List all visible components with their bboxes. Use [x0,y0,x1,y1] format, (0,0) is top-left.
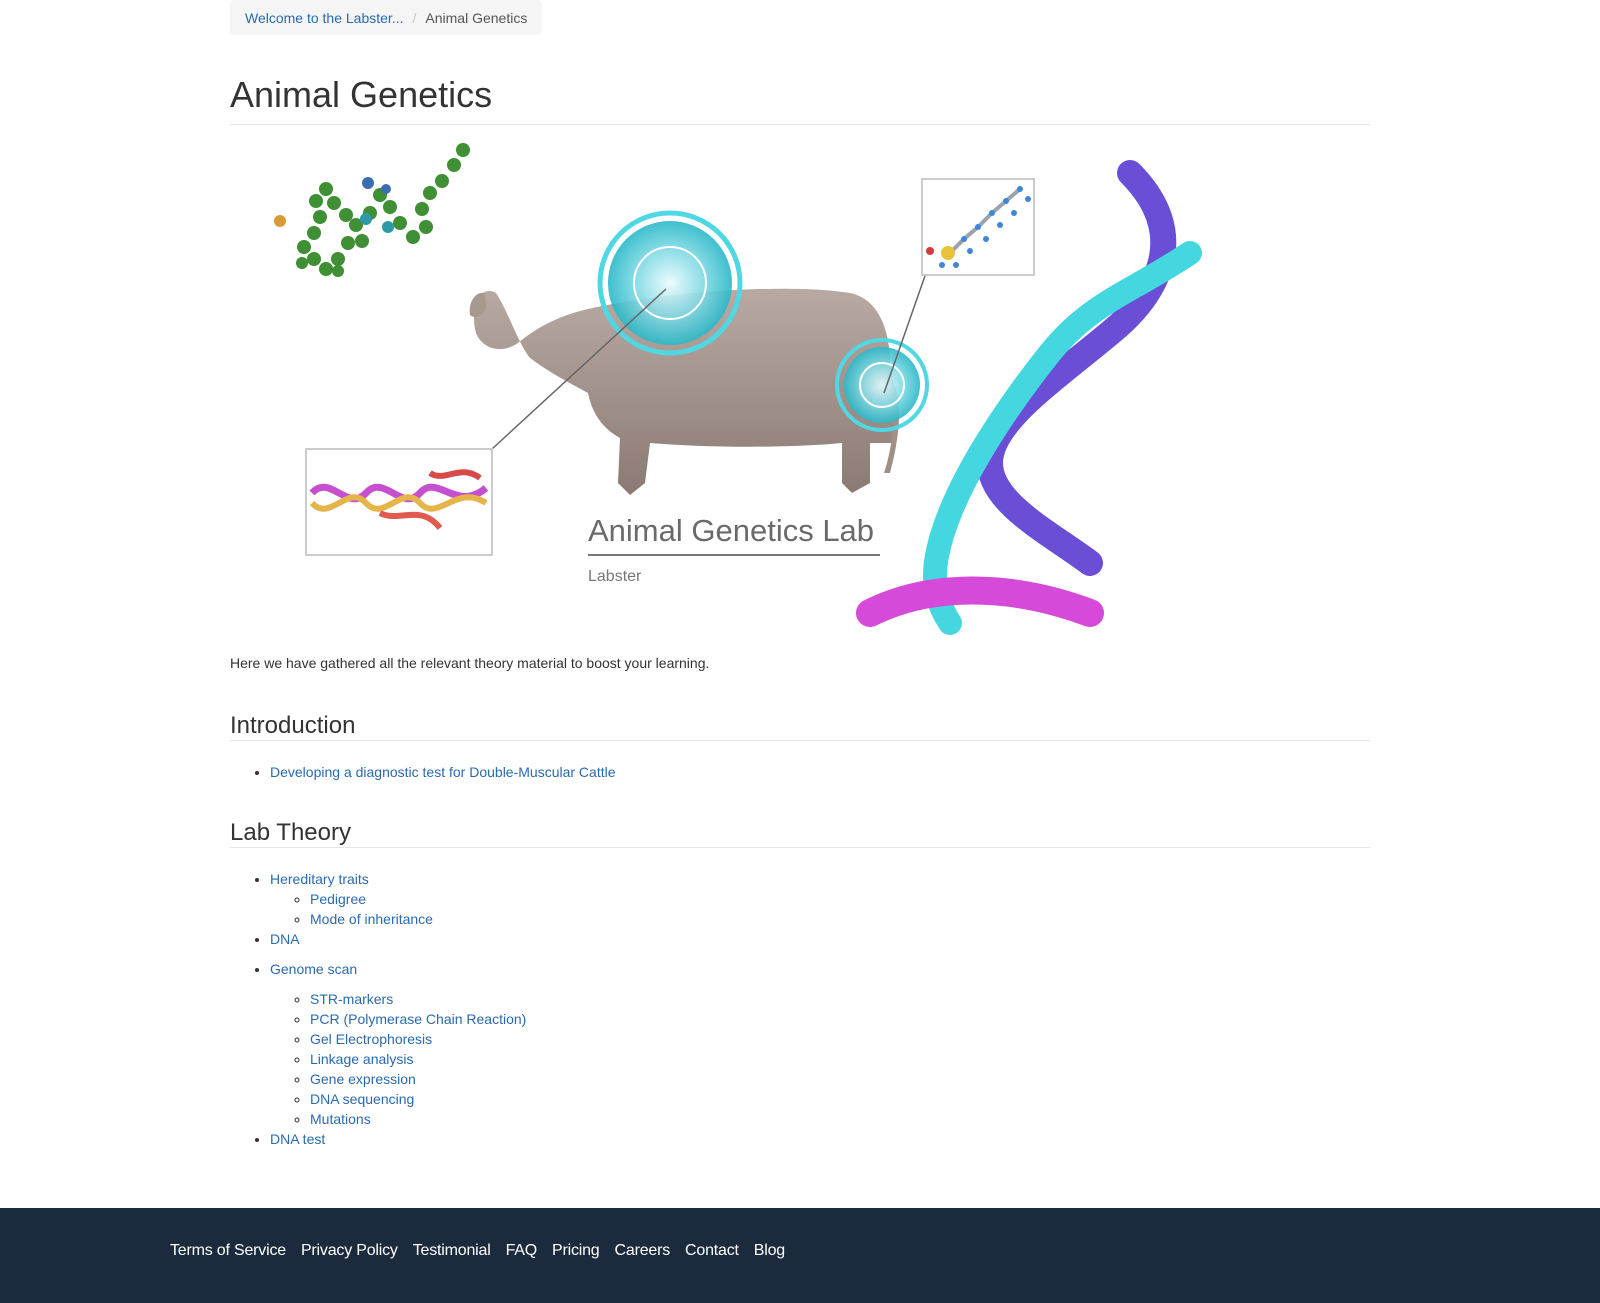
list-item: Developing a diagnostic test for Double-… [270,762,616,782]
footer-link-contact[interactable]: Contact [685,1242,739,1260]
section-heading-lab-theory: Lab Theory [230,819,351,846]
list-item: Hereditary traits Pedigree Mode of inher… [270,869,526,929]
list-item: Mutations [310,1109,526,1129]
green-molecule [274,143,470,277]
title-divider [230,124,1370,125]
breadcrumb-separator: / [412,9,417,26]
main-container: Welcome to the Labster... / Animal Genet… [230,0,1370,1147]
link-mutations[interactable]: Mutations [310,1111,371,1127]
link-dna-sequencing[interactable]: DNA sequencing [310,1091,414,1107]
list-item: STR-markers [310,989,526,1009]
link-hereditary-traits[interactable]: Hereditary traits [270,871,369,887]
footer-link-privacy[interactable]: Privacy Policy [301,1242,398,1260]
section-heading-introduction: Introduction [230,712,356,739]
link-pedigree[interactable]: Pedigree [310,891,366,907]
link-gene-expression[interactable]: Gene expression [310,1071,416,1087]
introduction-list: Developing a diagnostic test for Double-… [230,762,616,782]
hero-subtitle: Labster [588,568,642,585]
dna-inset [305,448,493,556]
lab-theory-list: Hereditary traits Pedigree Mode of inher… [230,869,526,1149]
link-gel-electrophoresis[interactable]: Gel Electrophoresis [310,1031,432,1047]
footer-link-faq[interactable]: FAQ [506,1242,538,1260]
introduction-divider [230,740,1370,741]
link-pcr[interactable]: PCR (Polymerase Chain Reaction) [310,1011,526,1027]
page-title: Animal Genetics [230,74,493,115]
footer-link-pricing[interactable]: Pricing [552,1242,600,1260]
footer-link-careers[interactable]: Careers [615,1242,671,1260]
footer-links: Terms of Service Privacy Policy Testimon… [170,1242,785,1260]
molecule-inset [921,178,1035,276]
list-item: Mode of inheritance [310,909,526,929]
intro-paragraph: Here we have gathered all the relevant t… [230,655,710,671]
breadcrumb-current: Animal Genetics [425,9,528,26]
list-item: Gene expression [310,1069,526,1089]
link-mode-of-inheritance[interactable]: Mode of inheritance [310,911,433,927]
hero-title: Animal Genetics Lab [588,513,874,548]
breadcrumb: Welcome to the Labster... / Animal Genet… [230,0,543,35]
genome-scan-sublist: STR-markers PCR (Polymerase Chain Reacti… [270,989,526,1129]
lab-theory-divider [230,847,1370,848]
hero-illustration: Animal Genetics Lab Labster [274,143,1202,635]
site-footer: Terms of Service Privacy Policy Testimon… [0,1208,1600,1303]
list-item: DNA [270,929,526,949]
link-dna[interactable]: DNA [270,931,300,947]
footer-link-blog[interactable]: Blog [754,1242,785,1260]
list-item: Genome scan STR-markers PCR (Polymerase … [270,959,526,1129]
link-diagnostic-test[interactable]: Developing a diagnostic test for Double-… [270,764,616,780]
hereditary-sublist: Pedigree Mode of inheritance [270,889,526,929]
link-str-markers[interactable]: STR-markers [310,991,393,1007]
footer-link-terms[interactable]: Terms of Service [170,1242,286,1260]
footer-link-testimonial[interactable]: Testimonial [413,1242,491,1260]
list-item: DNA test [270,1129,526,1149]
list-item: PCR (Polymerase Chain Reaction) [310,1009,526,1029]
hotspot-ring-small [835,338,929,432]
hero-image: Animal Genetics Lab Labster [230,143,1230,643]
list-item: Linkage analysis [310,1049,526,1069]
link-linkage-analysis[interactable]: Linkage analysis [310,1051,414,1067]
link-dna-test[interactable]: DNA test [270,1131,325,1147]
list-item: Gel Electrophoresis [310,1029,526,1049]
breadcrumb-home-link[interactable]: Welcome to the Labster... [245,10,404,26]
hotspot-ring-large [597,210,743,356]
list-item: Pedigree [310,889,526,909]
link-genome-scan[interactable]: Genome scan [270,961,357,977]
list-item: DNA sequencing [310,1089,526,1109]
